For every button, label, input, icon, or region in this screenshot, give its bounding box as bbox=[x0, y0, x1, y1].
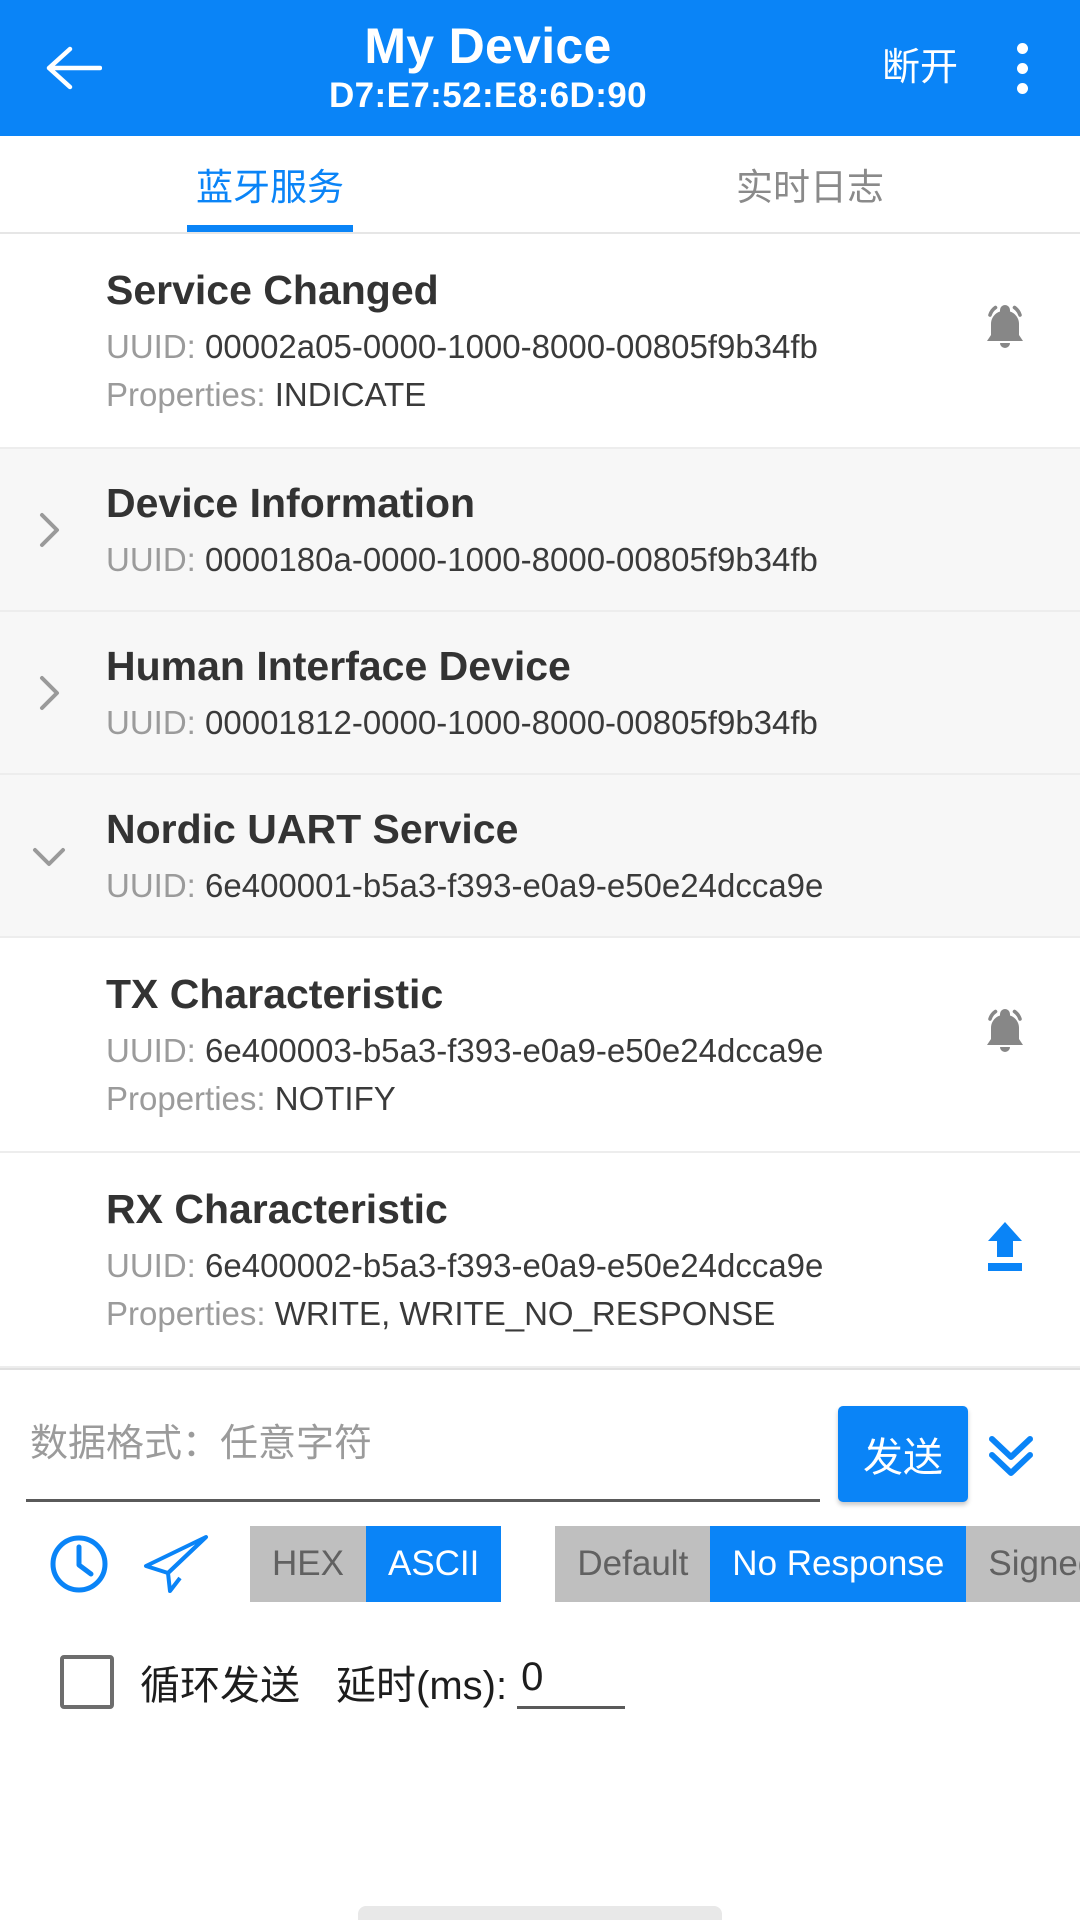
send-panel: 发送 HEX bbox=[0, 1368, 1080, 1738]
list-item[interactable]: RX Characteristic UUID: 6e400002-b5a3-f3… bbox=[0, 1153, 1080, 1368]
characteristic-name: RX Characteristic bbox=[106, 1186, 448, 1232]
send-options-row: HEX ASCII Default No Response Signed bbox=[26, 1502, 1080, 1626]
uuid-value: 6e400003-b5a3-f393-e0a9-e50e24dcca9e bbox=[205, 1032, 824, 1069]
tab-bar: 蓝牙服务 实时日志 bbox=[0, 136, 1080, 234]
uuid-prefix: UUID: bbox=[106, 867, 196, 904]
device-address: D7:E7:52:E8:6D:90 bbox=[328, 76, 648, 115]
app-bar: My Device D7:E7:52:E8:6D:90 断开 bbox=[0, 0, 1080, 136]
more-vertical-icon[interactable] bbox=[990, 20, 1054, 116]
write-option-no-response[interactable]: No Response bbox=[710, 1526, 967, 1602]
uuid-value: 6e400002-b5a3-f393-e0a9-e50e24dcca9e bbox=[205, 1247, 824, 1284]
clock-icon[interactable] bbox=[30, 1515, 128, 1613]
properties-value: INDICATE bbox=[274, 376, 427, 413]
uuid-prefix: UUID: bbox=[106, 1247, 196, 1284]
properties-value: NOTIFY bbox=[274, 1080, 396, 1117]
list-item[interactable]: Human Interface Device UUID: 00001812-00… bbox=[0, 612, 1080, 775]
characteristic-name: TX Characteristic bbox=[106, 971, 444, 1017]
service-name: Human Interface Device bbox=[106, 643, 571, 689]
service-name: Nordic UART Service bbox=[106, 806, 519, 852]
loop-send-checkbox[interactable] bbox=[60, 1655, 114, 1709]
tab-realtime-log[interactable]: 实时日志 bbox=[540, 136, 1080, 232]
characteristic-properties-line: Properties: WRITE, WRITE_NO_RESPONSE bbox=[106, 1290, 1042, 1338]
properties-prefix: Properties: bbox=[106, 1295, 266, 1332]
write-option-default[interactable]: Default bbox=[555, 1526, 711, 1602]
app-screen: My Device D7:E7:52:E8:6D:90 断开 蓝牙服务 实时日志… bbox=[0, 0, 1080, 1920]
service-name: Device Information bbox=[106, 480, 476, 526]
uuid-prefix: UUID: bbox=[106, 1032, 196, 1069]
appbar-title-block: My Device D7:E7:52:E8:6D:90 bbox=[104, 18, 872, 118]
chevron-down-icon bbox=[26, 833, 72, 879]
service-uuid-line: UUID: 00001812-0000-1000-8000-00805f9b34… bbox=[106, 699, 1042, 747]
upload-icon[interactable] bbox=[974, 1215, 1036, 1277]
uuid-prefix: UUID: bbox=[106, 328, 196, 365]
service-uuid-line: UUID: 6e400001-b5a3-f393-e0a9-e50e24dcca… bbox=[106, 862, 1042, 910]
delay-label: 延时(ms): bbox=[336, 1664, 508, 1708]
list-item[interactable]: TX Characteristic UUID: 6e400003-b5a3-f3… bbox=[0, 938, 1080, 1153]
tab-bluetooth-services[interactable]: 蓝牙服务 bbox=[0, 136, 540, 232]
list-item[interactable]: Nordic UART Service UUID: 6e400001-b5a3-… bbox=[0, 775, 1080, 938]
send-input-row: 发送 bbox=[26, 1370, 1054, 1502]
uuid-value: 00002a05-0000-1000-8000-00805f9b34fb bbox=[205, 328, 818, 365]
properties-value: WRITE, WRITE_NO_RESPONSE bbox=[274, 1295, 776, 1332]
properties-prefix: Properties: bbox=[106, 1080, 266, 1117]
delay-input[interactable] bbox=[517, 1655, 626, 1709]
uuid-prefix: UUID: bbox=[106, 704, 196, 741]
data-format-segmented-control: HEX ASCII bbox=[250, 1526, 502, 1602]
service-list: Service Changed UUID: 00002a05-0000-1000… bbox=[0, 234, 1080, 1368]
format-option-hex[interactable]: HEX bbox=[250, 1526, 366, 1602]
loop-send-label: 循环发送 bbox=[140, 1664, 300, 1708]
disconnect-button[interactable]: 断开 bbox=[872, 32, 968, 104]
data-input[interactable] bbox=[26, 1406, 820, 1502]
loop-send-row: 循环发送 延时(ms): bbox=[26, 1626, 1054, 1738]
write-option-signed[interactable]: Signed bbox=[966, 1526, 1080, 1602]
bottom-sheet-handle bbox=[358, 1906, 722, 1920]
dot bbox=[1016, 82, 1028, 94]
characteristic-uuid-line: UUID: 00002a05-0000-1000-8000-00805f9b34… bbox=[106, 323, 1042, 371]
characteristic-uuid-line: UUID: 6e400002-b5a3-f393-e0a9-e50e24dcca… bbox=[106, 1242, 1042, 1290]
list-item[interactable]: Device Information UUID: 0000180a-0000-1… bbox=[0, 449, 1080, 612]
service-uuid-line: UUID: 0000180a-0000-1000-8000-00805f9b34… bbox=[106, 536, 1042, 584]
uuid-value: 6e400001-b5a3-f393-e0a9-e50e24dcca9e bbox=[205, 867, 824, 904]
chevron-right-icon bbox=[26, 507, 72, 553]
uuid-value: 0000180a-0000-1000-8000-00805f9b34fb bbox=[205, 541, 818, 578]
paper-plane-icon[interactable] bbox=[128, 1515, 226, 1613]
characteristic-name: Service Changed bbox=[106, 267, 439, 313]
bell-ring-icon[interactable] bbox=[974, 1000, 1036, 1062]
uuid-value: 00001812-0000-1000-8000-00805f9b34fb bbox=[205, 704, 818, 741]
write-type-segmented-control: Default No Response Signed bbox=[555, 1526, 1080, 1602]
dot bbox=[1016, 42, 1028, 54]
characteristic-properties-line: Properties: NOTIFY bbox=[106, 1075, 1042, 1123]
bell-ring-icon[interactable] bbox=[974, 296, 1036, 358]
list-item[interactable]: Service Changed UUID: 00002a05-0000-1000… bbox=[0, 234, 1080, 449]
characteristic-uuid-line: UUID: 6e400003-b5a3-f393-e0a9-e50e24dcca… bbox=[106, 1027, 1042, 1075]
page-title: My Device bbox=[364, 18, 612, 74]
characteristic-properties-line: Properties: INDICATE bbox=[106, 371, 1042, 419]
dot bbox=[1016, 62, 1028, 74]
format-option-ascii[interactable]: ASCII bbox=[365, 1526, 502, 1602]
chevron-right-icon bbox=[26, 670, 72, 716]
double-chevron-down-icon[interactable] bbox=[968, 1406, 1054, 1502]
send-button[interactable]: 发送 bbox=[838, 1406, 968, 1502]
arrow-left-icon bbox=[46, 45, 102, 91]
uuid-prefix: UUID: bbox=[106, 541, 196, 578]
properties-prefix: Properties: bbox=[106, 376, 266, 413]
